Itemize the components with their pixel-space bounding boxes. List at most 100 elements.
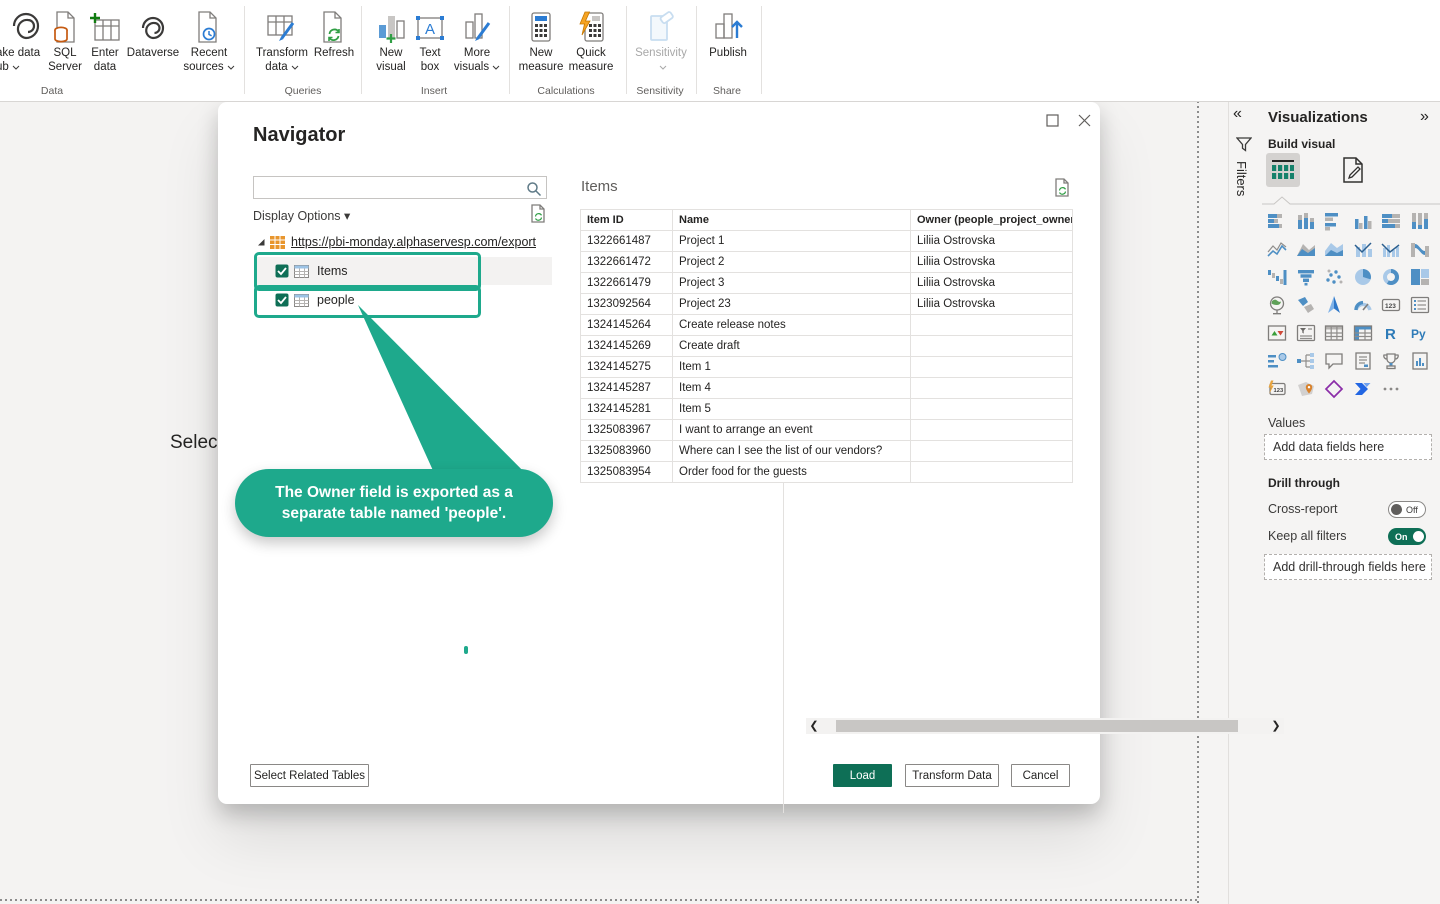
recent-sources-button[interactable]: Recentsources [178,8,240,74]
close-icon[interactable] [1076,112,1093,129]
table-row: 1322661479Project 3Liliia Ostrovska [581,273,1073,294]
new-card-icon[interactable]: 123 [1266,378,1288,400]
search-input[interactable] [253,176,547,199]
100-stacked-bar-chart-icon[interactable] [1380,210,1402,232]
annotation-callout: The Owner field is exported as a separat… [235,469,553,537]
scrollbar-thumb[interactable] [836,720,1238,732]
100-stacked-column-chart-icon[interactable] [1409,210,1431,232]
paginated-report-icon[interactable] [1409,350,1431,372]
power-automate-icon[interactable] [1352,378,1374,400]
stacked-column-chart-icon[interactable] [1295,210,1317,232]
maximize-icon[interactable] [1044,112,1061,129]
table-icon[interactable] [1323,322,1345,344]
checkbox-checked-icon[interactable] [275,293,289,307]
ribbon-group-label-insert: Insert [421,85,447,97]
keep-all-filters-toggle[interactable]: On [1388,528,1426,545]
donut-chart-icon[interactable] [1380,266,1402,288]
load-button[interactable]: Load [833,764,892,787]
build-visual-tab[interactable] [1266,153,1300,187]
refresh-source-icon[interactable] [530,204,547,228]
refresh-preview-icon[interactable] [1054,178,1071,202]
slicer-icon[interactable] [1295,322,1317,344]
treemap-icon[interactable] [1409,266,1431,288]
more-visuals-ellipsis-icon[interactable] [1380,378,1402,400]
scroll-left-icon[interactable]: ❮ [806,718,822,734]
display-options-dropdown[interactable]: Display Options ▾ [253,208,350,223]
ribbon-separator [509,6,510,94]
canvas-placeholder-text: Selec [170,432,218,454]
line-and-stacked-column-chart-icon[interactable] [1352,238,1374,260]
funnel-chart-icon[interactable] [1295,266,1317,288]
checkbox-checked-icon[interactable] [275,264,289,278]
filters-pane-label[interactable]: Filters [1234,161,1249,196]
refresh-button[interactable]: Refresh [308,8,360,60]
line-and-clustered-column-chart-icon[interactable] [1380,238,1402,260]
matrix-icon[interactable] [1352,322,1374,344]
scroll-right-icon[interactable]: ❯ [1268,718,1284,734]
stacked-area-chart-icon[interactable] [1323,238,1345,260]
q-and-a-icon[interactable] [1323,350,1345,372]
callout-text: The Owner field is exported as a [275,482,513,503]
filter-funnel-icon[interactable] [1236,137,1252,157]
table-header-row: Item ID Name Owner (people_project_owner… [581,210,1073,231]
horizontal-scrollbar[interactable]: ❮ ❯ [806,718,1284,734]
dropdown-caret-icon [659,60,667,74]
text-box-button[interactable]: A Textbox [408,8,452,74]
stacked-bar-chart-icon[interactable] [1266,210,1288,232]
card-icon[interactable]: 123 [1380,294,1402,316]
scatter-chart-icon[interactable] [1323,266,1345,288]
transform-data-button[interactable]: Transformdata [250,8,314,74]
azure-map-icon[interactable] [1323,294,1345,316]
publish-button[interactable]: Publish [702,8,754,60]
python-visual-icon[interactable]: Py [1409,322,1431,344]
select-related-tables-button[interactable]: Select Related Tables [250,764,369,787]
new-measure-icon [514,8,568,46]
chevron-down-icon: ▾ [344,209,350,223]
ribbon-group-label-queries: Queries [285,85,322,97]
area-chart-icon[interactable] [1295,238,1317,260]
format-visual-tab[interactable] [1336,153,1370,187]
new-measure-button[interactable]: Newmeasure [514,8,568,74]
filled-map-icon[interactable] [1295,294,1317,316]
svg-text:123: 123 [1385,303,1396,310]
more-visuals-icon [448,8,506,46]
drill-through-field-well[interactable]: Add drill-through fields here [1264,554,1432,580]
multi-row-card-icon[interactable] [1409,294,1431,316]
r-script-visual-icon[interactable]: R [1380,322,1402,344]
source-node[interactable]: https://pbi-monday.alphaservesp.com/expo… [256,233,536,251]
map-icon[interactable] [1266,294,1288,316]
sensitivity-icon [632,8,690,46]
pie-chart-icon[interactable] [1352,266,1374,288]
quick-measure-button[interactable]: Quickmeasure [562,8,620,74]
ribbon-chart-icon[interactable] [1409,238,1431,260]
clustered-column-chart-icon[interactable] [1352,210,1374,232]
table-row: 1324145269Create draft [581,336,1073,357]
sensitivity-button[interactable]: Sensitivity [632,8,690,74]
decomposition-tree-icon[interactable] [1295,350,1317,372]
cancel-button[interactable]: Cancel [1011,764,1070,787]
dataverse-button[interactable]: Dataverse [122,8,184,60]
source-url[interactable]: https://pbi-monday.alphaservesp.com/expo… [291,235,536,249]
cross-report-toggle[interactable]: Off [1388,501,1426,518]
metrics-icon[interactable] [1380,350,1402,372]
arcgis-map-icon[interactable] [1295,378,1317,400]
power-apps-icon[interactable] [1323,378,1345,400]
line-chart-icon[interactable] [1266,238,1288,260]
values-field-well[interactable]: Add data fields here [1264,434,1432,460]
table-row: 1325083954Order food for the guests [581,462,1073,483]
ribbon-group-label-calculations: Calculations [537,85,594,97]
waterfall-chart-icon[interactable] [1266,266,1288,288]
visualizations-pane: Visualizations » Build visual 123 [1262,101,1440,904]
smart-narrative-icon[interactable] [1352,350,1374,372]
expand-filters-icon[interactable]: « [1233,105,1242,123]
collapse-pane-icon[interactable]: » [1420,108,1429,126]
more-visuals-button[interactable]: Morevisuals [448,8,506,74]
tree-row-items[interactable]: Items [256,257,552,285]
transform-data-button[interactable]: Transform Data [905,764,999,787]
table-row: 1324145281Item 5 [581,399,1073,420]
clustered-bar-chart-icon[interactable] [1323,210,1345,232]
gauge-icon[interactable] [1352,294,1374,316]
key-influencers-icon[interactable] [1266,350,1288,372]
kpi-icon[interactable] [1266,322,1288,344]
tree-row-people[interactable]: people [256,288,552,312]
